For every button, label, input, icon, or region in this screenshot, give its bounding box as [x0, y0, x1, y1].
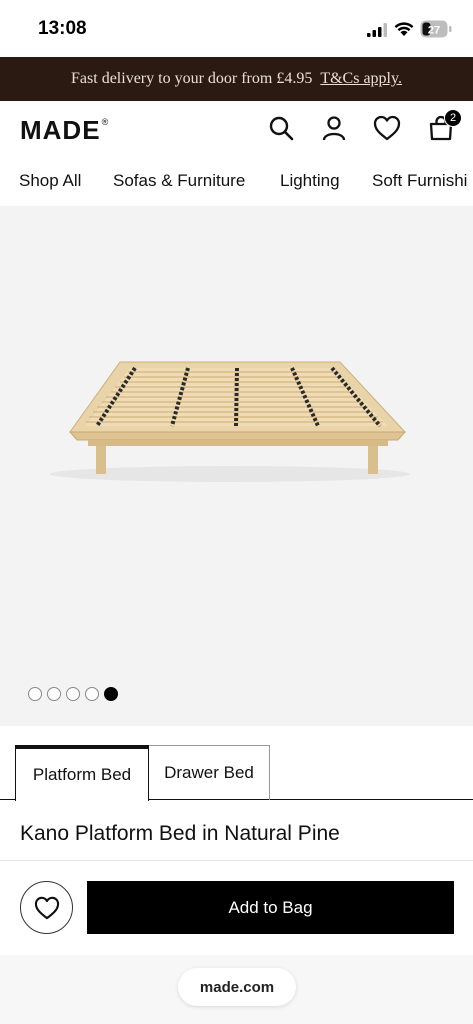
gallery-dot-active[interactable] [104, 687, 118, 701]
user-icon [322, 116, 346, 141]
gallery-dot[interactable] [28, 687, 42, 701]
tab-drawer-bed[interactable]: Drawer Bed [149, 745, 270, 800]
wifi-icon [394, 22, 414, 36]
status-time: 13:08 [38, 18, 87, 39]
search-button[interactable] [266, 113, 296, 143]
product-image-gallery[interactable] [0, 206, 473, 726]
svg-text:27: 27 [428, 25, 440, 37]
url-bar[interactable]: made.com [178, 968, 296, 1006]
cellular-signal-icon [367, 23, 387, 37]
bed-type-tabs: Platform Bed Drawer Bed [0, 726, 473, 801]
add-to-bag-button[interactable]: Add to Bag [87, 881, 454, 934]
gallery-dot[interactable] [85, 687, 99, 701]
bag-button[interactable]: 2 [426, 109, 462, 143]
site-header: MADE® 2 [0, 101, 473, 156]
promo-banner: Fast delivery to your door from £4.95 T&… [0, 57, 473, 101]
product-title: Kano Platform Bed in Natural Pine [20, 822, 340, 845]
category-nav: Shop All Sofas & Furniture Lighting Soft… [0, 156, 473, 206]
status-bar: 13:08 27 [0, 0, 473, 57]
bed-product-image [50, 361, 410, 482]
heart-icon [373, 115, 401, 141]
search-icon [269, 116, 294, 141]
gallery-pagination [28, 687, 118, 701]
promo-text: Fast delivery to your door from £4.95 [71, 70, 313, 87]
account-button[interactable] [319, 113, 349, 143]
heart-icon [34, 896, 59, 919]
nav-soft-furnishings[interactable]: Soft Furnishi [372, 171, 467, 191]
made-logo[interactable]: MADE® [20, 115, 109, 146]
gallery-dot[interactable] [66, 687, 80, 701]
tab-platform-bed[interactable]: Platform Bed [15, 745, 149, 801]
browser-toolbar: made.com [0, 955, 473, 1024]
battery-icon: 27 [420, 20, 452, 38]
gallery-dot[interactable] [47, 687, 61, 701]
sticky-purchase-bar: Add to Bag [0, 860, 473, 955]
nav-sofas-furniture[interactable]: Sofas & Furniture [113, 171, 245, 191]
wishlist-button[interactable] [372, 113, 402, 143]
nav-shop-all[interactable]: Shop All [19, 171, 81, 191]
nav-lighting[interactable]: Lighting [280, 171, 340, 191]
bag-count-badge: 2 [444, 109, 462, 127]
add-to-wishlist-button[interactable] [20, 881, 73, 934]
terms-link[interactable]: T&Cs apply. [320, 70, 402, 88]
